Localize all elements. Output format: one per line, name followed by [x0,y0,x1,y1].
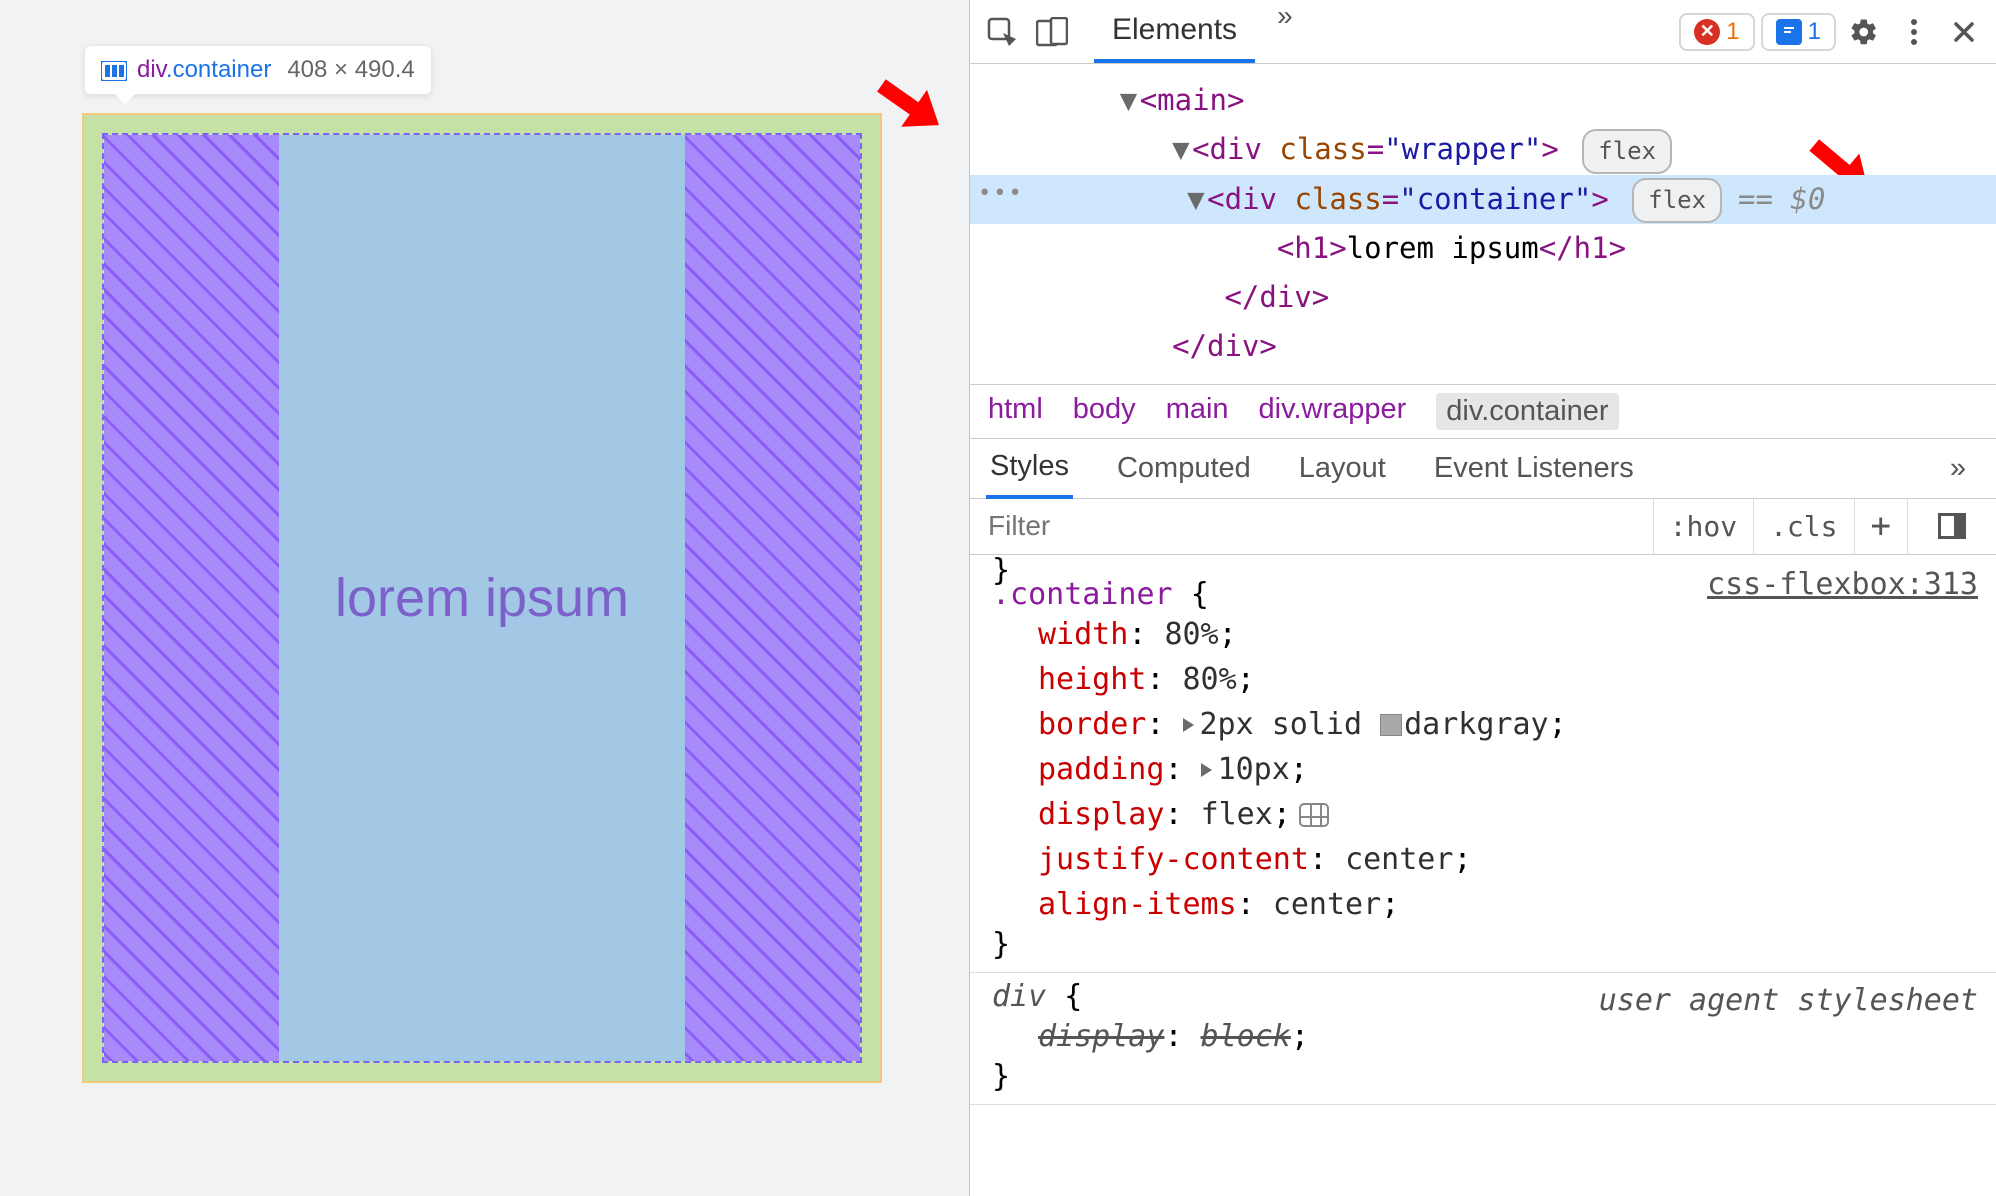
error-count: 1 [1726,18,1739,46]
hov-toggle[interactable]: :hov [1653,499,1753,554]
styles-pane: css-flexbox:313 .container { width: 80%;… [970,555,1996,1196]
decl-height[interactable]: height: 80%; [992,657,1974,702]
styles-filter-row: :hov .cls + [970,499,1996,555]
panel-layout-icon [1938,513,1966,539]
devtools-toolbar: Elements » ✕ 1 1 [970,0,1996,64]
decl-padding[interactable]: padding: 10px; [992,747,1974,792]
dom-node-div-close[interactable]: </div> [970,273,1996,322]
more-tabs-button[interactable]: » [1263,0,1307,63]
flex-gap-right [685,135,860,1061]
flex-badge[interactable]: flex [1582,129,1672,174]
crumb-wrapper[interactable]: div.wrapper [1259,393,1407,430]
style-rule-container[interactable]: css-flexbox:313 .container { width: 80%;… [970,557,1996,973]
dom-tree[interactable]: ▼<main> ▼<div class="wrapper"> flex ▼<di… [970,64,1996,384]
content-text: lorem ipsum [335,567,629,629]
device-toggle-button[interactable] [1030,10,1074,54]
flex-badge[interactable]: flex [1632,178,1722,223]
decl-display[interactable]: display: flex; [992,792,1974,837]
decl-border[interactable]: border: 2px solid darkgray; [992,702,1974,747]
tab-elements[interactable]: Elements [1094,0,1255,63]
devtools-tabs: Elements » [1094,0,1307,63]
style-rule-user-agent[interactable]: user agent stylesheet div { display: blo… [970,973,1996,1105]
message-icon [1776,19,1802,45]
highlighted-element-padding: lorem ipsum [102,133,862,1063]
dom-node-h1[interactable]: <h1>lorem ipsum</h1> [970,224,1996,273]
flex-icon [101,60,127,80]
dom-node-div-close[interactable]: </div> [970,322,1996,371]
errors-badge[interactable]: ✕ 1 [1679,13,1754,51]
message-count: 1 [1808,18,1821,46]
style-source-link[interactable]: css-flexbox:313 [1707,567,1978,602]
expand-shorthand-icon[interactable] [1183,718,1194,732]
messages-badge[interactable]: 1 [1761,13,1836,51]
error-icon: ✕ [1694,19,1720,45]
crumb-body[interactable]: body [1073,393,1136,430]
rendered-page-viewport: div.container 408 × 490.4 lorem ipsum [0,0,969,1196]
settings-button[interactable] [1842,10,1886,54]
decl-align-items[interactable]: align-items: center; [992,882,1974,927]
crumb-container[interactable]: div.container [1436,393,1618,430]
tooltip-tag: div.container [137,56,271,84]
highlighted-element-margin: lorem ipsum [82,113,882,1083]
subtab-event-listeners[interactable]: Event Listeners [1430,440,1638,497]
styles-filter-input[interactable] [970,510,1653,542]
new-style-rule-button[interactable]: + [1854,499,1907,554]
kebab-menu-button[interactable] [1892,10,1936,54]
toggle-computed-sidebar[interactable] [1907,499,1996,554]
more-subtabs-button[interactable]: » [1950,452,1980,485]
rule-selector[interactable]: div [992,979,1046,1014]
close-devtools-button[interactable] [1942,10,1986,54]
decl-width[interactable]: width: 80%; [992,612,1974,657]
subtab-layout[interactable]: Layout [1295,440,1390,497]
dom-node-container-selected[interactable]: ▼<div class="container"> flex== $0 [970,175,1996,224]
inspect-element-button[interactable] [980,10,1024,54]
dom-node-main[interactable]: ▼<main> [970,76,1996,125]
color-swatch-icon[interactable] [1380,714,1402,736]
crumb-html[interactable]: html [988,393,1043,430]
styles-subtabs: Styles Computed Layout Event Listeners » [970,439,1996,499]
flex-gap-left [104,135,279,1061]
highlighted-element-content: lorem ipsum [279,135,685,1061]
element-inspect-tooltip: div.container 408 × 490.4 [84,45,432,95]
decl-justify-content[interactable]: justify-content: center; [992,837,1974,882]
console-ref: == $0 [1738,182,1825,216]
crumb-main[interactable]: main [1166,393,1229,430]
decl-display-overridden[interactable]: display: block; [992,1014,1974,1059]
tooltip-dimensions: 408 × 490.4 [287,56,414,84]
devtools-panel: Elements » ✕ 1 1 [969,0,1996,1196]
subtab-styles[interactable]: Styles [986,438,1073,499]
style-source-ua: user agent stylesheet [1599,983,1978,1018]
rule-selector[interactable]: .container [992,577,1173,612]
flexbox-editor-icon[interactable] [1299,803,1329,827]
subtab-computed[interactable]: Computed [1113,440,1255,497]
expand-shorthand-icon[interactable] [1201,763,1212,777]
cls-toggle[interactable]: .cls [1753,499,1853,554]
dom-breadcrumb: html body main div.wrapper div.container [970,384,1996,439]
